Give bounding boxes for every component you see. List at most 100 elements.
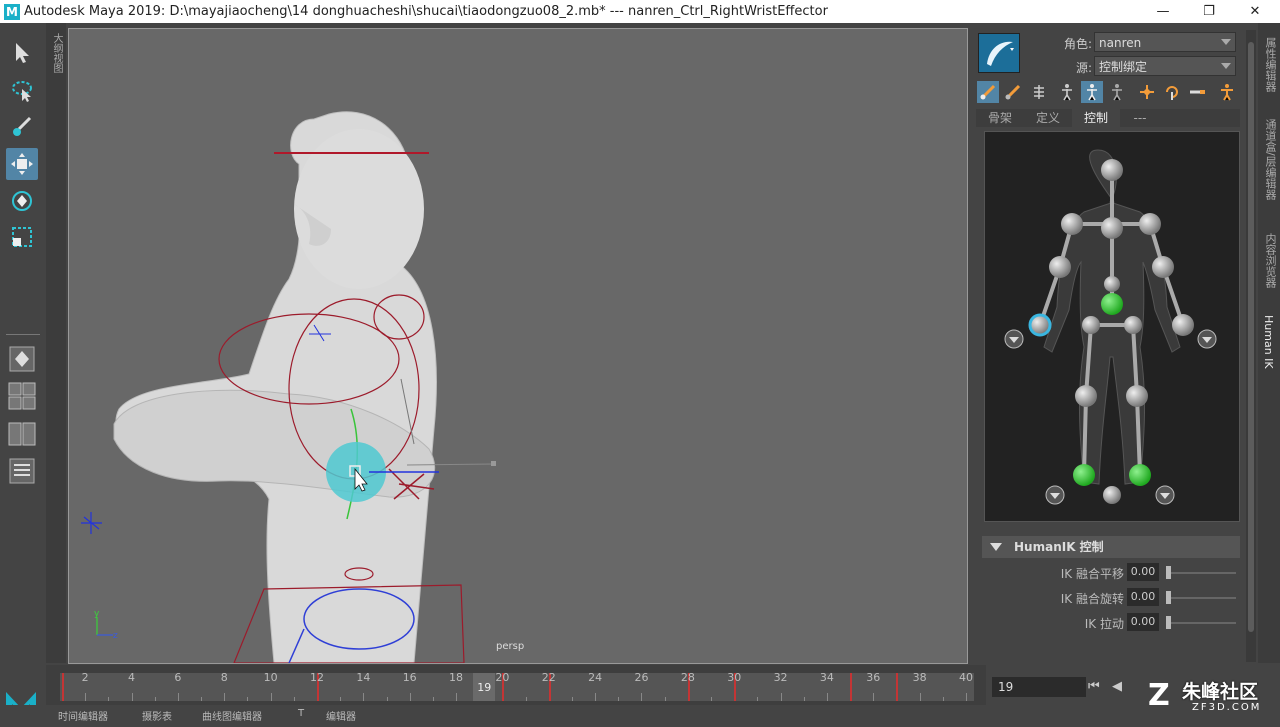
ik-pull-slider[interactable] [1166, 622, 1236, 624]
restore-icon[interactable]: ❐ [1186, 0, 1232, 23]
timeline-tick-label: 22 [541, 671, 556, 684]
pin-rotate-icon[interactable] [1161, 81, 1183, 103]
joint-reference[interactable] [1103, 486, 1121, 504]
source-dropdown[interactable]: 控制绑定 [1094, 56, 1236, 76]
bottom-tab-graph-editor[interactable]: 曲线图编辑器 [202, 708, 262, 723]
tab-skeleton[interactable]: 骨架 [976, 109, 1024, 127]
joint-right-shoulder[interactable] [1061, 213, 1083, 235]
minimize-icon[interactable]: — [1140, 0, 1186, 23]
timeline-tick [826, 693, 828, 701]
ik-blend-rotate-row: IK 融合旋转 0.00 [982, 588, 1240, 608]
scene-canvas[interactable]: y z [69, 29, 967, 663]
ik-pull-field[interactable]: 0.00 [1127, 613, 1159, 631]
rotate-tool-icon[interactable] [6, 185, 38, 217]
watermark-logo: Z 朱峰社区 ZF3D.COM [1146, 676, 1276, 716]
bottom-tab-dope-sheet[interactable]: 摄影表 [142, 708, 172, 723]
joint-right-elbow[interactable] [1049, 256, 1071, 278]
keyframe-marker[interactable] [896, 673, 899, 701]
pin-translate-icon[interactable] [1136, 81, 1158, 103]
tab-channel-box[interactable]: 通道盒/层编辑器 [1262, 119, 1278, 200]
ik-blend-translate-field[interactable]: 0.00 [1127, 563, 1159, 581]
joint-right-hip[interactable] [1082, 316, 1100, 334]
ik-blend-rotate-handle[interactable] [1166, 591, 1171, 604]
release-pin-icon[interactable] [1186, 81, 1208, 103]
joint-left-hip[interactable] [1124, 316, 1142, 334]
timeline-tick [571, 697, 573, 701]
figure-body-icon[interactable] [1081, 81, 1103, 103]
joint-head[interactable] [1101, 159, 1123, 181]
close-icon[interactable]: ✕ [1232, 0, 1278, 23]
bottom-tab-time-editor[interactable]: 时间编辑器 [58, 708, 108, 723]
expand-hand-right-icon[interactable] [1004, 329, 1024, 349]
joint-right-wrist-selected[interactable] [1028, 313, 1052, 337]
scale-tool-icon[interactable] [6, 221, 38, 253]
tab-definition[interactable]: 定义 [1024, 109, 1072, 127]
humanik-controls-section[interactable]: HumanIK 控制 [982, 536, 1240, 558]
joint-hips-selected[interactable] [1101, 293, 1123, 315]
ik-blend-translate-handle[interactable] [1166, 566, 1171, 579]
ik-blend-rotate-field[interactable]: 0.00 [1127, 588, 1159, 606]
joint-left-wrist[interactable] [1172, 314, 1194, 336]
maya-app-icon: M [4, 3, 20, 20]
fk-brush-icon[interactable] [977, 81, 999, 103]
joint-right-knee[interactable] [1075, 385, 1097, 407]
joint-spine[interactable] [1104, 276, 1120, 292]
select-tool-icon[interactable] [6, 37, 38, 69]
character-dropdown[interactable]: nanren [1094, 32, 1236, 52]
tab-more[interactable]: --- [1120, 109, 1160, 127]
humanik-logo[interactable] [978, 33, 1020, 73]
joint-left-knee[interactable] [1126, 385, 1148, 407]
figure-select-icon[interactable] [1106, 81, 1128, 103]
expand-foot-left-icon[interactable] [1155, 485, 1175, 505]
tab-content-browser[interactable]: 内容浏览器 [1262, 233, 1278, 288]
stance-pose-icon[interactable] [1216, 81, 1238, 103]
current-time-indicator[interactable]: 19 [473, 673, 496, 701]
outliner-side-tab[interactable]: 大纲视图 [46, 23, 66, 663]
viewport-persp[interactable]: y z persp [68, 28, 968, 664]
keyframe-marker[interactable] [850, 673, 853, 701]
right-panel-scrollbar[interactable] [1246, 30, 1256, 662]
ik-pull-handle[interactable] [1166, 616, 1171, 629]
time-slider[interactable]: 19 2 4 6 8 10 12 14 16 18 20 22 24 26 28 30 32 34 36 38 40 [46, 665, 986, 705]
bottom-tab-t[interactable]: T [298, 708, 304, 719]
timeline-tick [803, 697, 805, 701]
ik-blend-translate-slider[interactable] [1166, 572, 1236, 574]
step-back-icon[interactable]: ◀ [1112, 679, 1122, 694]
scrollbar-thumb[interactable] [1248, 42, 1254, 632]
expand-hand-left-icon[interactable] [1197, 329, 1217, 349]
left-toolbox [0, 23, 46, 688]
tab-controls[interactable]: 控制 [1072, 109, 1120, 127]
two-pane-icon[interactable] [6, 418, 38, 450]
joint-chest[interactable] [1101, 217, 1123, 239]
title-bar: M Autodesk Maya 2019: D:\mayajiaocheng\1… [0, 0, 1280, 23]
time-slider-track[interactable]: 19 2 4 6 8 10 12 14 16 18 20 22 24 26 28 30 32 34 36 38 40 [60, 671, 974, 701]
single-pane-icon[interactable] [6, 343, 38, 375]
paint-select-icon[interactable] [6, 111, 38, 143]
move-tool-icon[interactable] [6, 148, 38, 180]
outliner-icon[interactable] [6, 455, 38, 487]
ik-brush-icon[interactable] [1002, 81, 1024, 103]
expand-foot-right-icon[interactable] [1045, 485, 1065, 505]
ik-blend-translate-label: IK 融合平移 [1060, 567, 1124, 581]
tab-human-ik[interactable]: Human IK [1262, 315, 1275, 369]
world-locator[interactable] [81, 512, 102, 534]
lasso-tool-icon[interactable] [6, 75, 38, 107]
watermark-url: ZF3D.COM [1192, 702, 1262, 713]
tab-attribute-editor[interactable]: 属性编辑器 [1262, 37, 1278, 92]
skeleton-icon[interactable] [1028, 81, 1050, 103]
joint-left-ankle[interactable] [1129, 464, 1151, 486]
timeline-tick [780, 693, 782, 701]
joint-left-elbow[interactable] [1152, 256, 1174, 278]
humanik-character-view[interactable] [984, 131, 1240, 522]
timeline-tick [386, 697, 388, 701]
four-pane-icon[interactable] [6, 380, 38, 412]
figure-full-icon[interactable] [1056, 81, 1078, 103]
timeline-tick [664, 697, 666, 701]
bottom-tab-editor[interactable]: 编辑器 [326, 708, 356, 723]
keyframe-marker[interactable] [62, 673, 64, 701]
ik-blend-rotate-slider[interactable] [1166, 597, 1236, 599]
go-to-start-icon[interactable]: ⏮ [1088, 679, 1100, 694]
joint-left-shoulder[interactable] [1139, 213, 1161, 235]
joint-right-ankle[interactable] [1073, 464, 1095, 486]
current-frame-field[interactable]: 19 [992, 677, 1086, 697]
